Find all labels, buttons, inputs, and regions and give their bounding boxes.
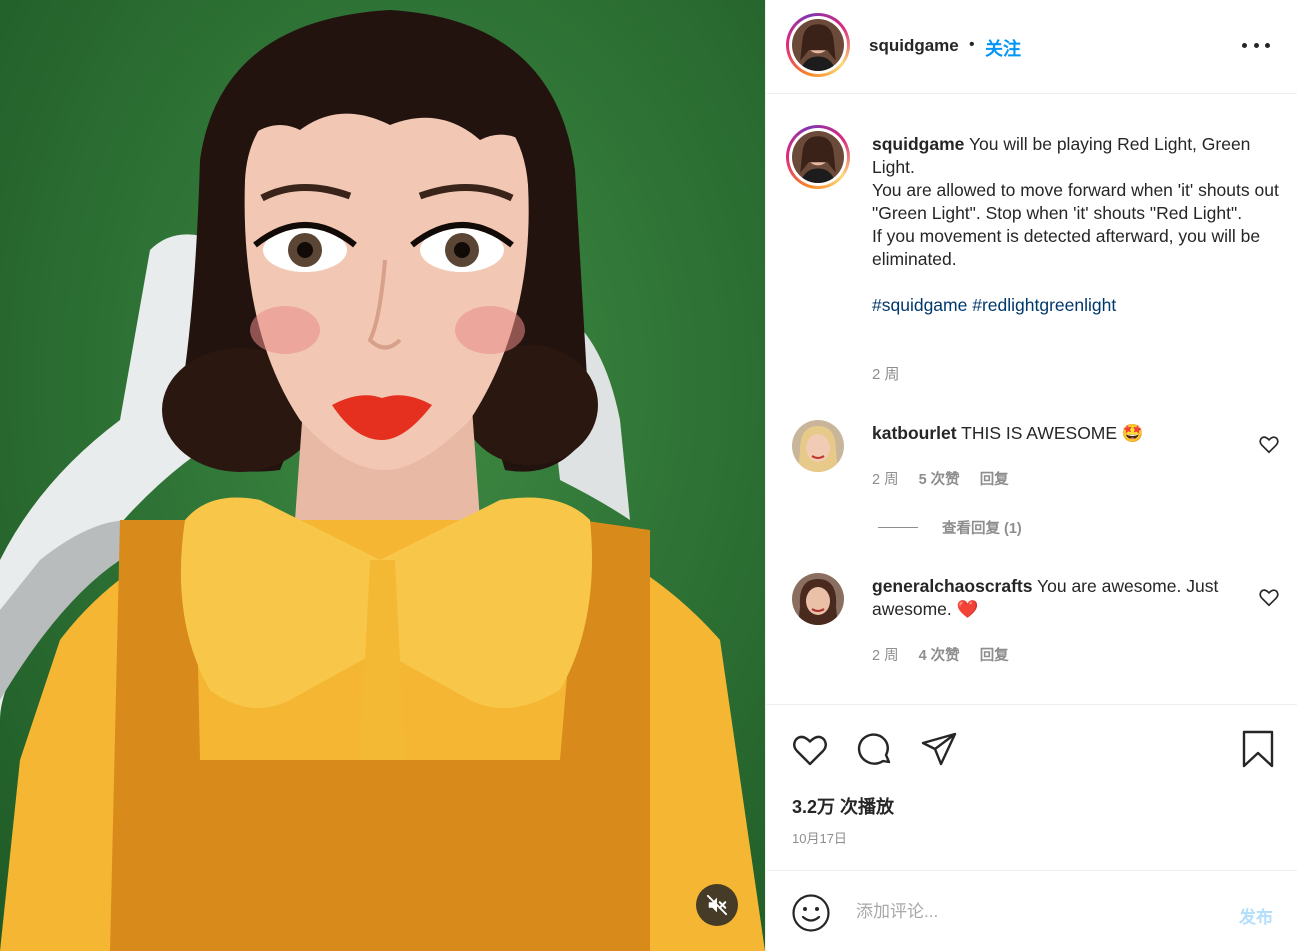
like-comment-icon[interactable] — [1258, 586, 1280, 608]
comment-text: generalchaoscrafts You are awesome. Just… — [872, 575, 1242, 621]
commenter-avatar[interactable] — [792, 573, 844, 625]
profile-avatar[interactable] — [786, 13, 850, 77]
comment-input[interactable] — [856, 897, 1216, 927]
avatar-image — [792, 131, 844, 183]
save-bookmark-icon[interactable] — [1238, 729, 1278, 769]
more-options-button[interactable] — [1242, 36, 1270, 54]
header-username[interactable]: squidgame — [869, 36, 959, 56]
volume-off-icon — [706, 894, 728, 916]
comments-list[interactable]: squidgame You will be playing Red Light,… — [766, 95, 1297, 695]
view-replies-button[interactable]: 查看回复 (1) — [878, 517, 1022, 538]
caption-username[interactable]: squidgame — [872, 134, 964, 154]
follow-button[interactable]: 关注 — [985, 35, 1021, 61]
emoji-icon[interactable] — [791, 893, 831, 933]
post-panel: squidgame • 关注 squidgame You will be pla… — [765, 0, 1297, 951]
caption-hashtags[interactable]: #squidgame #redlightgreenlight — [872, 294, 1282, 317]
video-player[interactable] — [0, 0, 765, 951]
mute-button[interactable] — [696, 884, 738, 926]
caption-line-2: You are allowed to move forward when 'it… — [872, 180, 1279, 223]
add-comment-bar: 发布 — [766, 870, 1297, 951]
comment-icon[interactable] — [854, 729, 894, 769]
reply-button[interactable]: 回复 — [980, 468, 1009, 489]
post-header: squidgame • 关注 — [766, 0, 1297, 94]
comment-likes[interactable]: 5 次赞 — [919, 468, 960, 489]
comment-text: katbourlet THIS IS AWESOME 🤩 — [872, 422, 1242, 445]
comment-timestamp[interactable]: 2 周 — [872, 644, 899, 665]
more-horizontal-icon — [1242, 42, 1247, 48]
commenter-avatar[interactable] — [792, 420, 844, 472]
post-date[interactable]: 10月17日 — [792, 828, 847, 847]
post-comment-button[interactable]: 发布 — [1239, 903, 1273, 928]
comment-username[interactable]: katbourlet — [872, 423, 957, 443]
video-frame — [0, 10, 765, 951]
caption-timestamp[interactable]: 2 周 — [872, 363, 900, 384]
view-count[interactable]: 3.2万 次播放 — [792, 793, 894, 819]
post-actions: 3.2万 次播放 10月17日 — [766, 704, 1297, 870]
comment-body: THIS IS AWESOME 🤩 — [961, 423, 1144, 443]
caption-line-3: If you movement is detected afterward, y… — [872, 226, 1261, 269]
view-replies-label: 查看回复 (1) — [942, 521, 1022, 537]
comment-meta: 2 周 5 次赞 回复 — [872, 468, 1009, 489]
comment-likes[interactable]: 4 次赞 — [919, 644, 960, 665]
comment-meta: 2 周 4 次赞 回复 — [872, 644, 1009, 665]
reply-button[interactable]: 回复 — [980, 644, 1009, 665]
like-icon[interactable] — [790, 729, 830, 769]
like-comment-icon[interactable] — [1258, 433, 1280, 455]
comment-username[interactable]: generalchaoscrafts — [872, 576, 1033, 596]
avatar-image — [792, 19, 844, 71]
post-caption: squidgame You will be playing Red Light,… — [872, 133, 1282, 317]
divider-line — [878, 527, 918, 528]
comment-timestamp[interactable]: 2 周 — [872, 468, 899, 489]
caption-avatar[interactable] — [786, 125, 850, 189]
separator-dot: • — [969, 36, 975, 53]
share-icon[interactable] — [919, 729, 959, 769]
